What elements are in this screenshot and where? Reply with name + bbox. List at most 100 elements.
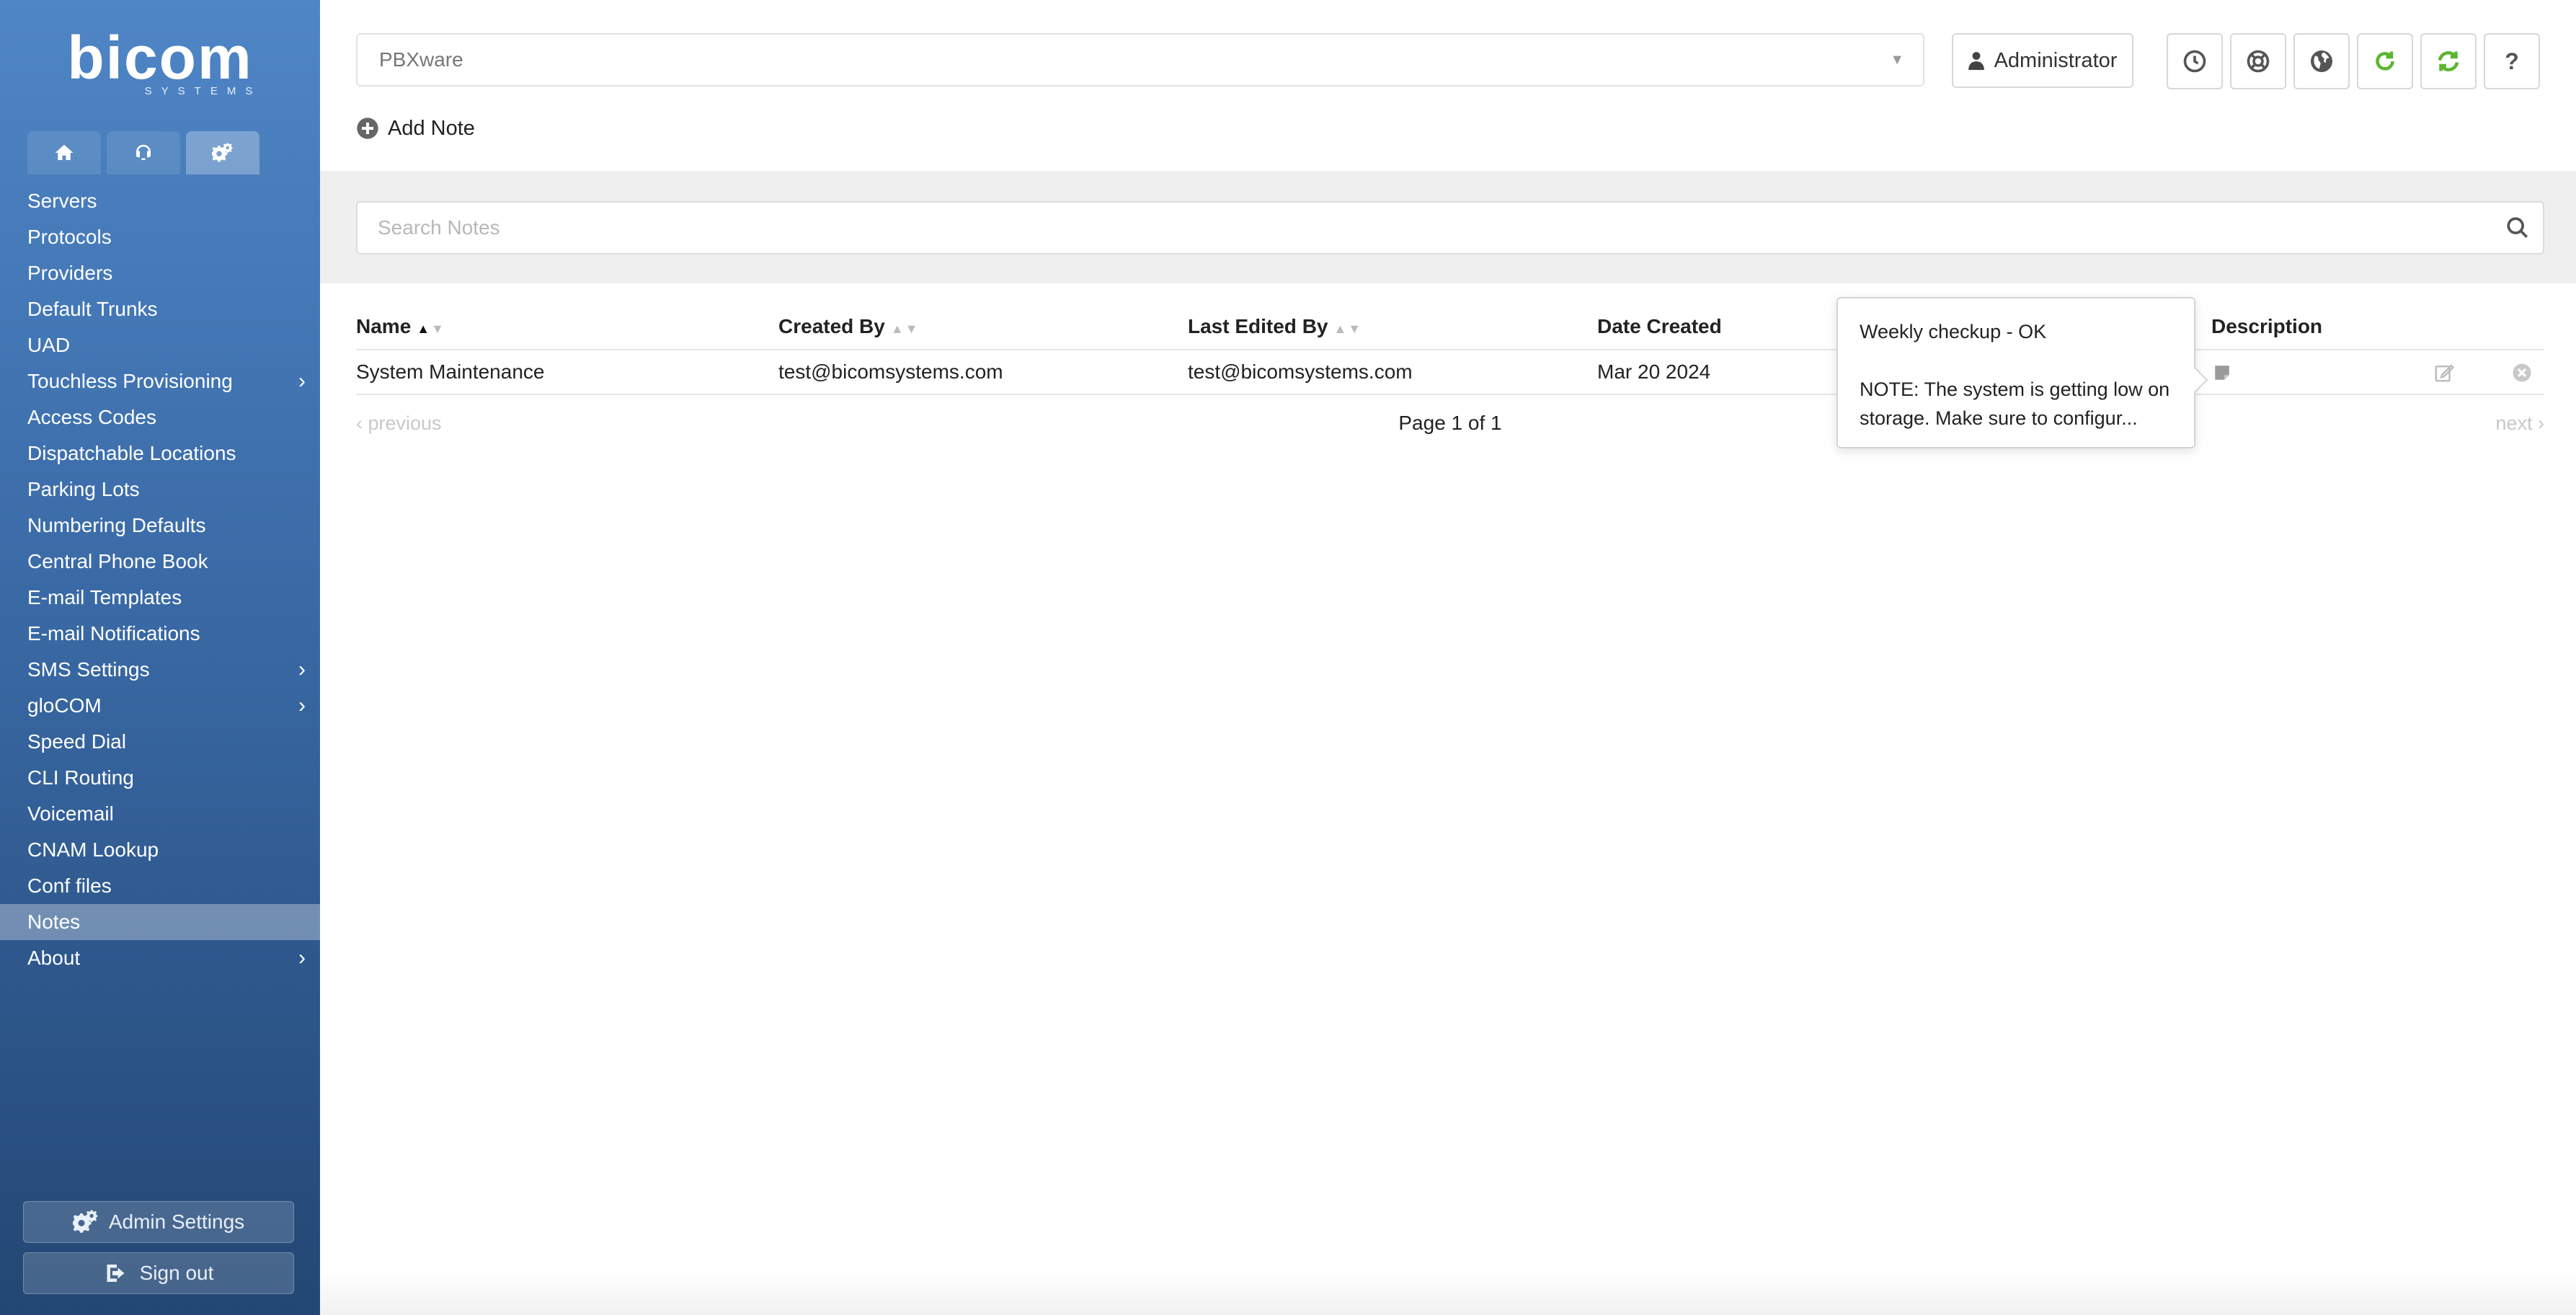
- sidebar-item-conf-files[interactable]: Conf files: [0, 868, 320, 904]
- user-label: Administrator: [1994, 48, 2118, 72]
- sidebar-item-label: Protocols: [27, 226, 112, 248]
- sidebar-item-cli-routing[interactable]: CLI Routing: [0, 760, 320, 796]
- sort-icon[interactable]: ▲▼: [891, 322, 920, 336]
- chevron-right-icon: ›: [298, 694, 306, 717]
- sidebar-item-sms-settings[interactable]: SMS Settings ›: [0, 652, 320, 688]
- server-select-value: PBXware: [379, 48, 463, 71]
- reload-button[interactable]: [2357, 33, 2413, 89]
- table-row[interactable]: System Maintenance test@bicomsystems.com…: [356, 350, 2544, 395]
- sidebar-item-email-templates[interactable]: E-mail Templates: [0, 580, 320, 616]
- chevron-right-icon: ›: [298, 658, 306, 681]
- caret-down-icon: ▼: [1890, 52, 1904, 68]
- cell-created-by: test@bicomsystems.com: [778, 360, 1003, 383]
- sidebar-item-speed-dial[interactable]: Speed Dial: [0, 724, 320, 760]
- sidebar-item-email-notifications[interactable]: E-mail Notifications: [0, 616, 320, 652]
- bottom-shade: [320, 1269, 2576, 1315]
- sidebar-tabs: [27, 131, 259, 174]
- sidebar-item-label: E-mail Templates: [27, 586, 182, 608]
- sidebar-item-label: CNAM Lookup: [27, 838, 159, 861]
- note-icon[interactable]: [2213, 363, 2231, 382]
- help-icon: ?: [2505, 48, 2519, 74]
- sidebar-item-voicemail[interactable]: Voicemail: [0, 796, 320, 832]
- sidebar-item-label: Access Codes: [27, 406, 156, 428]
- sign-out-button[interactable]: Sign out: [23, 1252, 294, 1294]
- notes-table: Name ▲▼ Created By ▲▼ Last Edited By ▲▼ Dat…: [356, 303, 2544, 451]
- sidebar-item-label: gloCOM: [27, 694, 102, 717]
- column-header-last-edited-by[interactable]: Last Edited By ▲▼: [1188, 303, 1362, 350]
- sidebar-item-label: Providers: [27, 262, 113, 284]
- search-band: [320, 171, 2576, 283]
- sidebar-item-protocols[interactable]: Protocols: [0, 219, 320, 255]
- column-label: Created By: [778, 315, 885, 337]
- sidebar-item-notes[interactable]: Notes: [0, 904, 320, 940]
- tab-settings[interactable]: [186, 131, 259, 174]
- column-header-name[interactable]: Name ▲▼: [356, 303, 445, 350]
- sort-icon[interactable]: ▲▼: [1333, 322, 1362, 336]
- top-bar: PBXware ▼ Administrator ? Add Note: [320, 0, 2576, 171]
- sync-button[interactable]: [2420, 33, 2477, 89]
- sidebar-item-label: E-mail Notifications: [27, 622, 200, 645]
- sign-out-icon: [107, 1265, 125, 1282]
- sidebar-item-label: CLI Routing: [27, 766, 134, 789]
- sort-icon[interactable]: ▲▼: [417, 322, 445, 336]
- sidebar-item-label: Servers: [27, 190, 97, 212]
- sidebar-item-label: About: [27, 947, 81, 969]
- pagination: ‹ previous Page 1 of 1 next ›: [356, 395, 2544, 451]
- sidebar-item-default-trunks[interactable]: Default Trunks: [0, 291, 320, 327]
- pagination-status: Page 1 of 1: [1398, 412, 1502, 434]
- sidebar-item-about[interactable]: About ›: [0, 940, 320, 976]
- sidebar-item-parking-lots[interactable]: Parking Lots: [0, 471, 320, 508]
- admin-settings-label: Admin Settings: [108, 1210, 245, 1233]
- user-menu-button[interactable]: Administrator: [1952, 33, 2133, 88]
- admin-settings-button[interactable]: Admin Settings: [23, 1201, 294, 1243]
- sidebar-item-dispatchable-locations[interactable]: Dispatchable Locations: [0, 435, 320, 471]
- clock-icon: [2183, 50, 2206, 73]
- history-button[interactable]: [2167, 33, 2223, 89]
- sidebar-item-label: UAD: [27, 334, 71, 356]
- sidebar-item-label: Numbering Defaults: [27, 514, 206, 536]
- cell-last-edited-by: test@bicomsystems.com: [1188, 360, 1413, 383]
- sidebar-item-glocom[interactable]: gloCOM ›: [0, 688, 320, 724]
- server-select[interactable]: PBXware ▼: [356, 33, 1924, 87]
- delete-icon[interactable]: [2511, 362, 2533, 384]
- sidebar-item-servers[interactable]: Servers: [0, 183, 320, 219]
- sidebar-nav: Servers Protocols Providers Default Trun…: [0, 183, 320, 976]
- tab-support[interactable]: [107, 131, 180, 174]
- sidebar-item-label: Speed Dial: [27, 730, 126, 753]
- description-tooltip: Weekly checkup - OK NOTE: The system is …: [1836, 297, 2208, 448]
- sidebar-item-numbering-defaults[interactable]: Numbering Defaults: [0, 508, 320, 544]
- chevron-right-icon: ›: [298, 369, 306, 393]
- support-button[interactable]: [2230, 33, 2286, 89]
- column-header-date-created[interactable]: Date Created: [1597, 303, 1722, 350]
- sidebar-item-providers[interactable]: Providers: [0, 255, 320, 291]
- add-note-label: Add Note: [388, 116, 475, 140]
- sidebar-item-access-codes[interactable]: Access Codes: [0, 399, 320, 435]
- column-header-description: Description: [2211, 303, 2322, 350]
- sidebar-item-central-phone-book[interactable]: Central Phone Book: [0, 544, 320, 580]
- tab-home[interactable]: [27, 131, 101, 174]
- help-button[interactable]: ?: [2484, 33, 2540, 89]
- sidebar-item-uad[interactable]: UAD: [0, 327, 320, 363]
- sidebar-item-label: SMS Settings: [27, 658, 150, 681]
- language-button[interactable]: [2293, 33, 2350, 89]
- edit-icon[interactable]: [2433, 362, 2455, 384]
- search-icon[interactable]: [2505, 216, 2530, 240]
- sidebar-item-cnam-lookup[interactable]: CNAM Lookup: [0, 832, 320, 868]
- gears-icon: [72, 1210, 98, 1233]
- pagination-next[interactable]: next ›: [2495, 395, 2544, 451]
- logo-subtext: SYSTEMS: [144, 85, 262, 97]
- sidebar-item-touchless-provisioning[interactable]: Touchless Provisioning ›: [0, 363, 320, 399]
- sign-out-label: Sign out: [139, 1262, 214, 1284]
- column-header-created-by[interactable]: Created By ▲▼: [778, 303, 919, 350]
- sidebar: bicom SYSTEMS Servers Protocols Provider…: [0, 0, 320, 1315]
- sidebar-item-label: Touchless Provisioning: [27, 370, 233, 392]
- search-input[interactable]: [356, 201, 2544, 254]
- sidebar-item-label: Conf files: [27, 875, 112, 897]
- column-label: Description: [2211, 315, 2323, 337]
- cell-name: System Maintenance: [356, 360, 545, 383]
- next-label: next: [2495, 412, 2533, 434]
- add-note-button[interactable]: Add Note: [356, 115, 475, 141]
- tooltip-line2: NOTE: The system is getting low on stora…: [1860, 378, 2170, 429]
- bicom-logo[interactable]: bicom SYSTEMS: [0, 27, 320, 97]
- sidebar-item-label: Dispatchable Locations: [27, 442, 236, 464]
